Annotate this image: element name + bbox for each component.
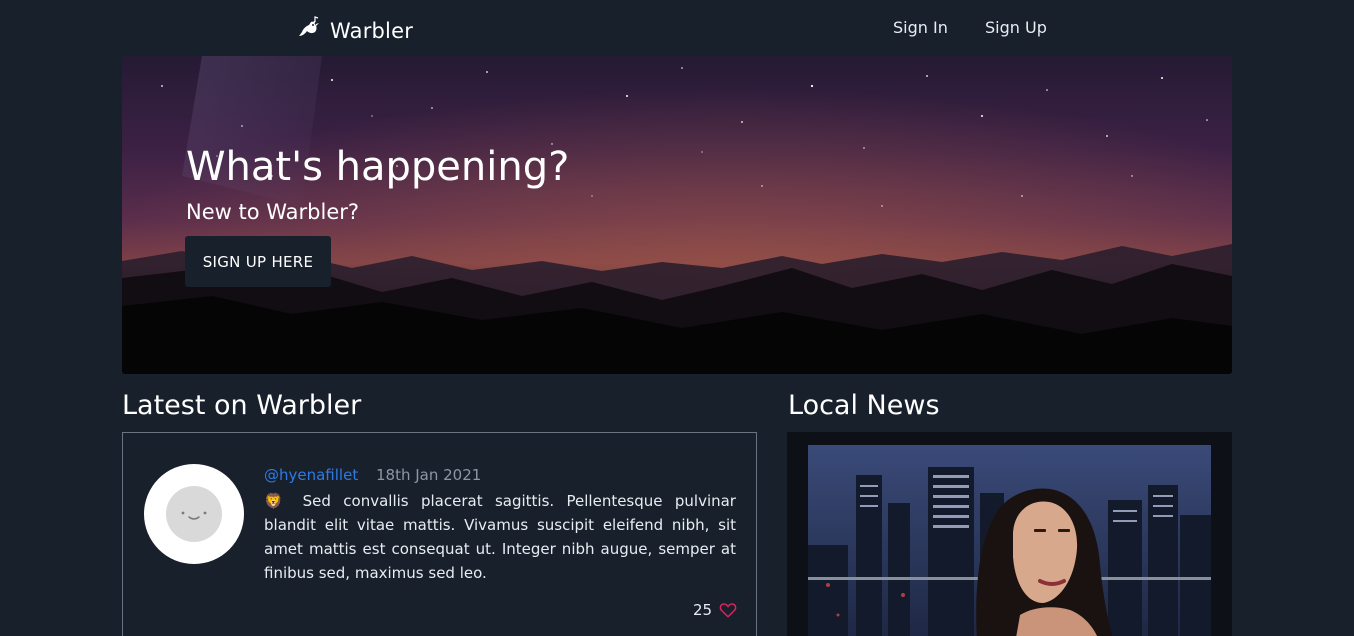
post-body: 🦁 Sed convallis placerat sagittis. Pelle… <box>264 489 736 585</box>
sign-up-here-button[interactable]: SIGN UP HERE <box>185 236 331 287</box>
hero-subtitle: New to Warbler? <box>186 200 360 224</box>
latest-section-title: Latest on Warbler <box>122 390 362 421</box>
news-photo[interactable] <box>808 445 1211 636</box>
avatar[interactable] <box>144 464 244 564</box>
heart-icon[interactable] <box>719 601 737 619</box>
hero-banner: What's happening? New to Warbler? SIGN U… <box>122 56 1232 374</box>
post-date: 18th Jan 2021 <box>376 466 482 484</box>
hero-title: What's happening? <box>186 144 570 190</box>
sign-up-link[interactable]: Sign Up <box>985 18 1047 37</box>
post-text: Sed convallis placerat sagittis. Pellent… <box>264 492 736 582</box>
local-news-title: Local News <box>788 390 940 421</box>
default-avatar-icon <box>166 486 222 542</box>
navbar: Warbler Sign In Sign Up <box>0 0 1354 56</box>
brand-name: Warbler <box>330 19 414 43</box>
local-news-panel <box>787 432 1232 636</box>
like-count: 25 <box>693 601 713 619</box>
post-author-handle[interactable]: @hyenafillet <box>264 466 358 484</box>
bird-icon <box>296 16 322 46</box>
sign-in-link[interactable]: Sign In <box>893 18 948 37</box>
city-portrait-image <box>808 445 1211 636</box>
brand[interactable]: Warbler <box>296 16 413 46</box>
lion-emoji: 🦁 <box>264 492 291 510</box>
post-card: @hyenafillet 18th Jan 2021 🦁 Sed convall… <box>122 432 757 636</box>
